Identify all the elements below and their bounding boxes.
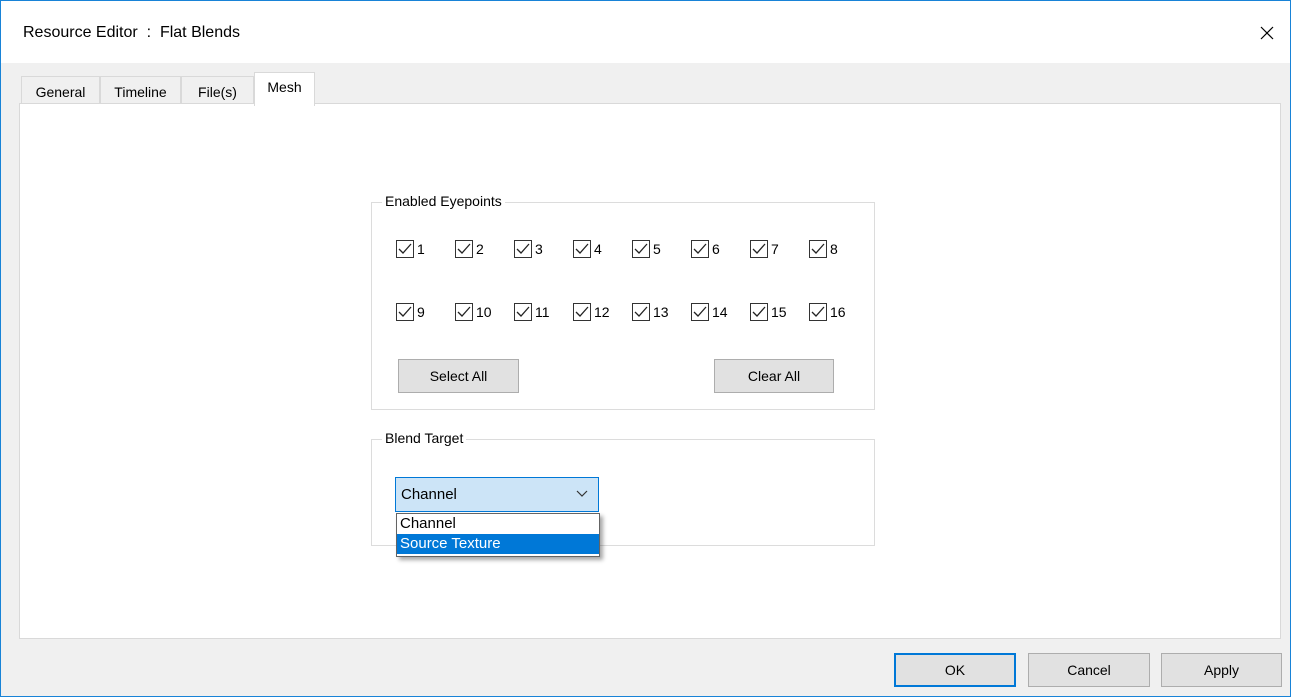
eyepoint-checkbox[interactable]: 12 — [573, 302, 610, 322]
checkmark-icon — [752, 243, 766, 254]
close-button[interactable] — [1244, 13, 1290, 53]
eyepoint-checkbox[interactable]: 9 — [396, 302, 425, 322]
clear-all-button[interactable]: Clear All — [714, 359, 834, 393]
checkmark-icon — [575, 306, 589, 317]
eyepoint-label: 2 — [476, 241, 484, 257]
eyepoint-label: 15 — [771, 304, 787, 320]
checkmark-icon — [457, 306, 471, 317]
dropdown-option-channel[interactable]: Channel — [397, 514, 599, 534]
eyepoint-label: 14 — [712, 304, 728, 320]
checkmark-icon — [634, 306, 648, 317]
eyepoint-checkbox[interactable]: 2 — [455, 239, 484, 259]
eyepoint-checkbox[interactable]: 16 — [809, 302, 846, 322]
ok-button[interactable]: OK — [894, 653, 1016, 687]
cancel-button[interactable]: Cancel — [1028, 653, 1150, 687]
checkbox-box[interactable] — [691, 303, 709, 321]
eyepoint-checkbox[interactable]: 11 — [514, 302, 550, 322]
eyepoint-label: 6 — [712, 241, 720, 257]
eyepoint-checkbox[interactable]: 15 — [750, 302, 787, 322]
eyepoint-checkbox[interactable]: 13 — [632, 302, 669, 322]
checkbox-box[interactable] — [573, 303, 591, 321]
eyepoint-checkbox[interactable]: 5 — [632, 239, 661, 259]
checkbox-box[interactable] — [455, 303, 473, 321]
checkmark-icon — [457, 243, 471, 254]
eyepoint-label: 13 — [653, 304, 669, 320]
eyepoint-checkbox[interactable]: 3 — [514, 239, 543, 259]
close-icon — [1260, 26, 1274, 40]
eyepoint-label: 10 — [476, 304, 492, 320]
eyepoint-label: 8 — [830, 241, 838, 257]
checkmark-icon — [693, 306, 707, 317]
tab-timeline[interactable]: Timeline — [100, 76, 181, 106]
checkmark-icon — [398, 243, 412, 254]
tab-files[interactable]: File(s) — [181, 76, 254, 106]
checkmark-icon — [516, 306, 530, 317]
dropdown-option-source-texture[interactable]: Source Texture — [397, 534, 599, 554]
checkmark-icon — [634, 243, 648, 254]
checkbox-box[interactable] — [514, 303, 532, 321]
checkbox-box[interactable] — [809, 303, 827, 321]
checkbox-box[interactable] — [691, 240, 709, 258]
checkmark-icon — [752, 306, 766, 317]
blend-target-label: Blend Target — [382, 430, 467, 446]
enabled-eyepoints-label: Enabled Eyepoints — [382, 193, 505, 209]
blend-target-dropdown-list: Channel Source Texture — [396, 513, 600, 557]
checkmark-icon — [811, 306, 825, 317]
resource-editor-window: Resource Editor : Flat Blends General Ti… — [0, 0, 1291, 697]
checkbox-box[interactable] — [750, 303, 768, 321]
select-all-button[interactable]: Select All — [398, 359, 519, 393]
eyepoint-checkbox[interactable]: 8 — [809, 239, 838, 259]
checkbox-box[interactable] — [396, 303, 414, 321]
window-title: Resource Editor : Flat Blends — [23, 24, 240, 41]
checkbox-box[interactable] — [455, 240, 473, 258]
checkmark-icon — [693, 243, 707, 254]
checkmark-icon — [575, 243, 589, 254]
chevron-down-icon — [576, 490, 588, 497]
checkbox-box[interactable] — [632, 240, 650, 258]
tab-mesh[interactable]: Mesh — [254, 72, 315, 106]
eyepoint-checkbox[interactable]: 7 — [750, 239, 779, 259]
eyepoint-label: 4 — [594, 241, 602, 257]
eyepoint-label: 1 — [417, 241, 425, 257]
eyepoint-label: 11 — [535, 304, 550, 320]
eyepoint-label: 12 — [594, 304, 610, 320]
title-bar: Resource Editor : Flat Blends — [1, 1, 1290, 63]
eyepoint-checkbox[interactable]: 10 — [455, 302, 492, 322]
eyepoint-label: 9 — [417, 304, 425, 320]
eyepoint-label: 5 — [653, 241, 661, 257]
eyepoint-label: 16 — [830, 304, 846, 320]
checkmark-icon — [811, 243, 825, 254]
checkbox-box[interactable] — [809, 240, 827, 258]
eyepoint-label: 3 — [535, 241, 543, 257]
eyepoint-checkbox[interactable]: 14 — [691, 302, 728, 322]
checkmark-icon — [516, 243, 530, 254]
blend-target-value: Channel — [401, 486, 457, 503]
checkbox-box[interactable] — [632, 303, 650, 321]
eyepoint-checkbox[interactable]: 4 — [573, 239, 602, 259]
tab-strip: General Timeline File(s) Mesh — [1, 63, 1290, 106]
eyepoint-checkbox[interactable]: 6 — [691, 239, 720, 259]
checkbox-box[interactable] — [573, 240, 591, 258]
apply-button[interactable]: Apply — [1161, 653, 1282, 687]
checkmark-icon — [398, 306, 412, 317]
tab-general[interactable]: General — [21, 76, 100, 106]
checkbox-box[interactable] — [396, 240, 414, 258]
checkbox-box[interactable] — [514, 240, 532, 258]
checkbox-box[interactable] — [750, 240, 768, 258]
eyepoint-label: 7 — [771, 241, 779, 257]
eyepoint-checkbox[interactable]: 1 — [396, 239, 425, 259]
blend-target-select[interactable]: Channel — [395, 477, 599, 512]
